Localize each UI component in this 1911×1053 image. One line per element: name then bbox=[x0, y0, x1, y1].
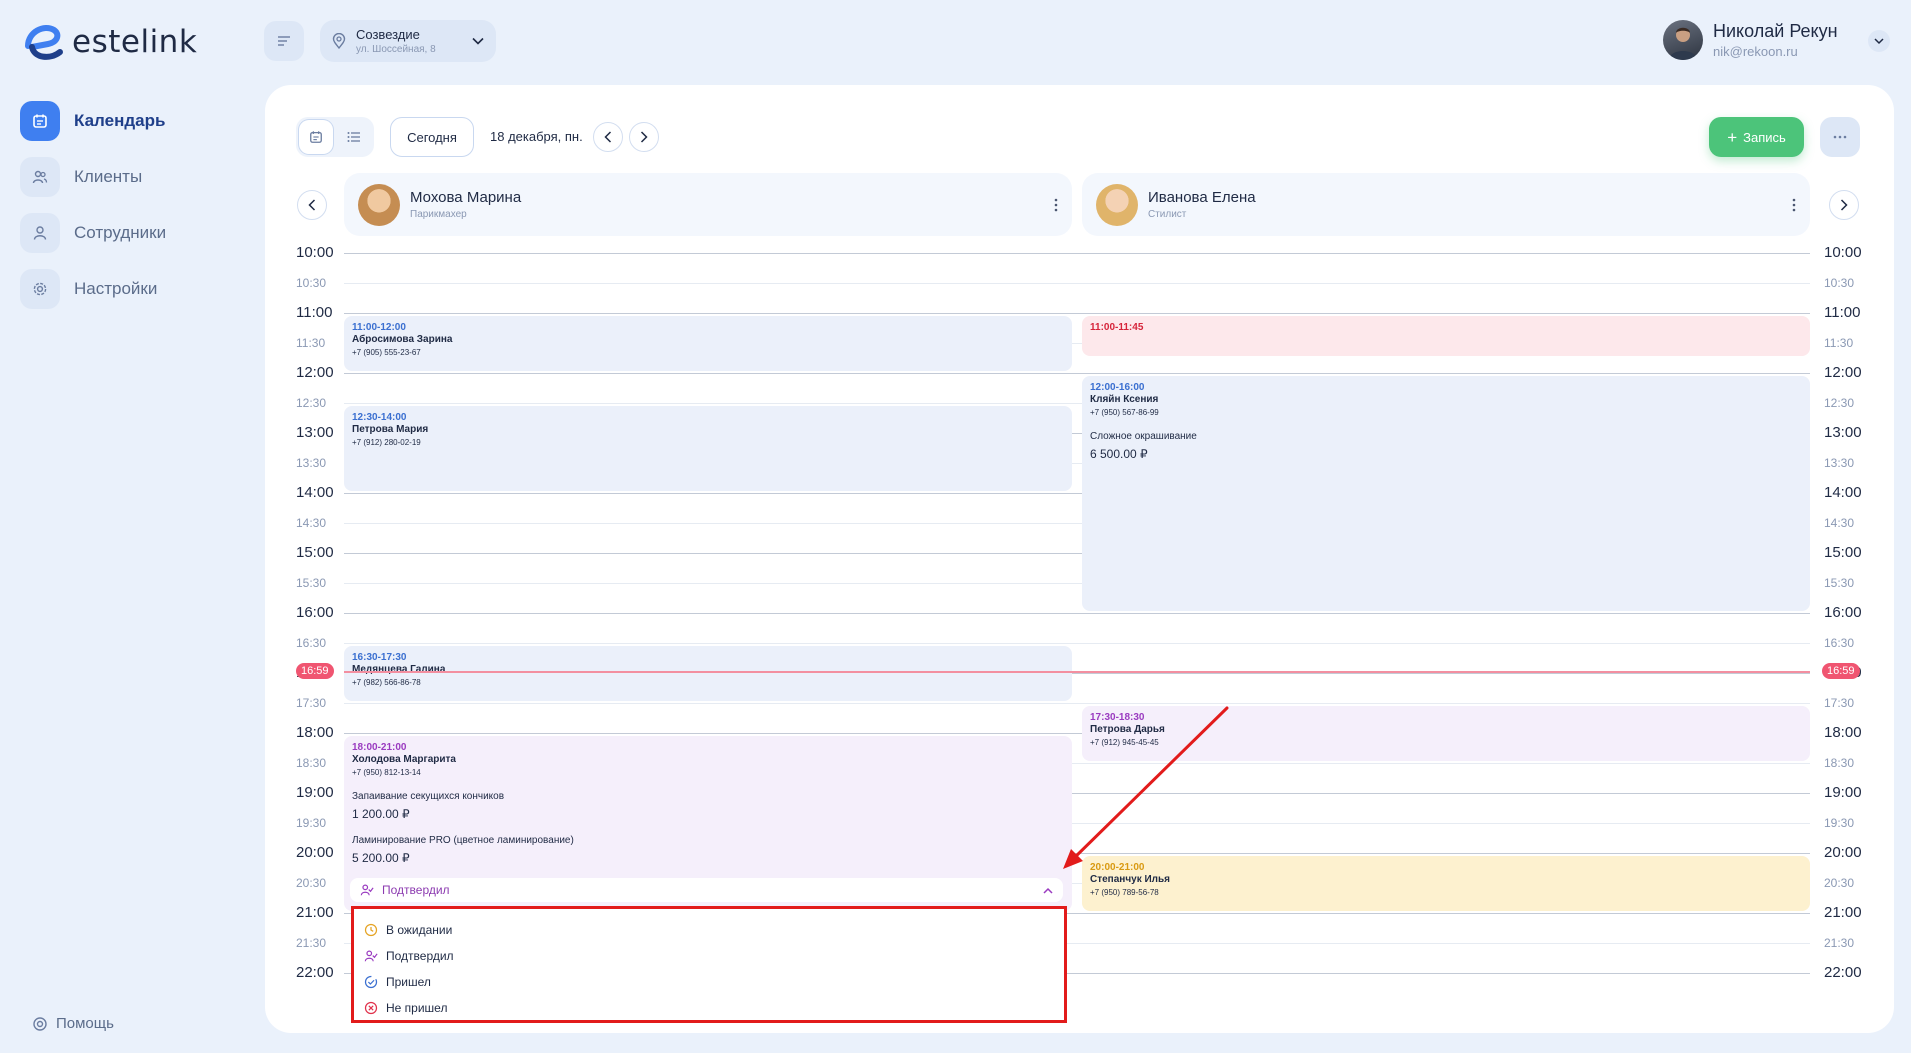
annotation-arrow bbox=[1063, 706, 1229, 869]
